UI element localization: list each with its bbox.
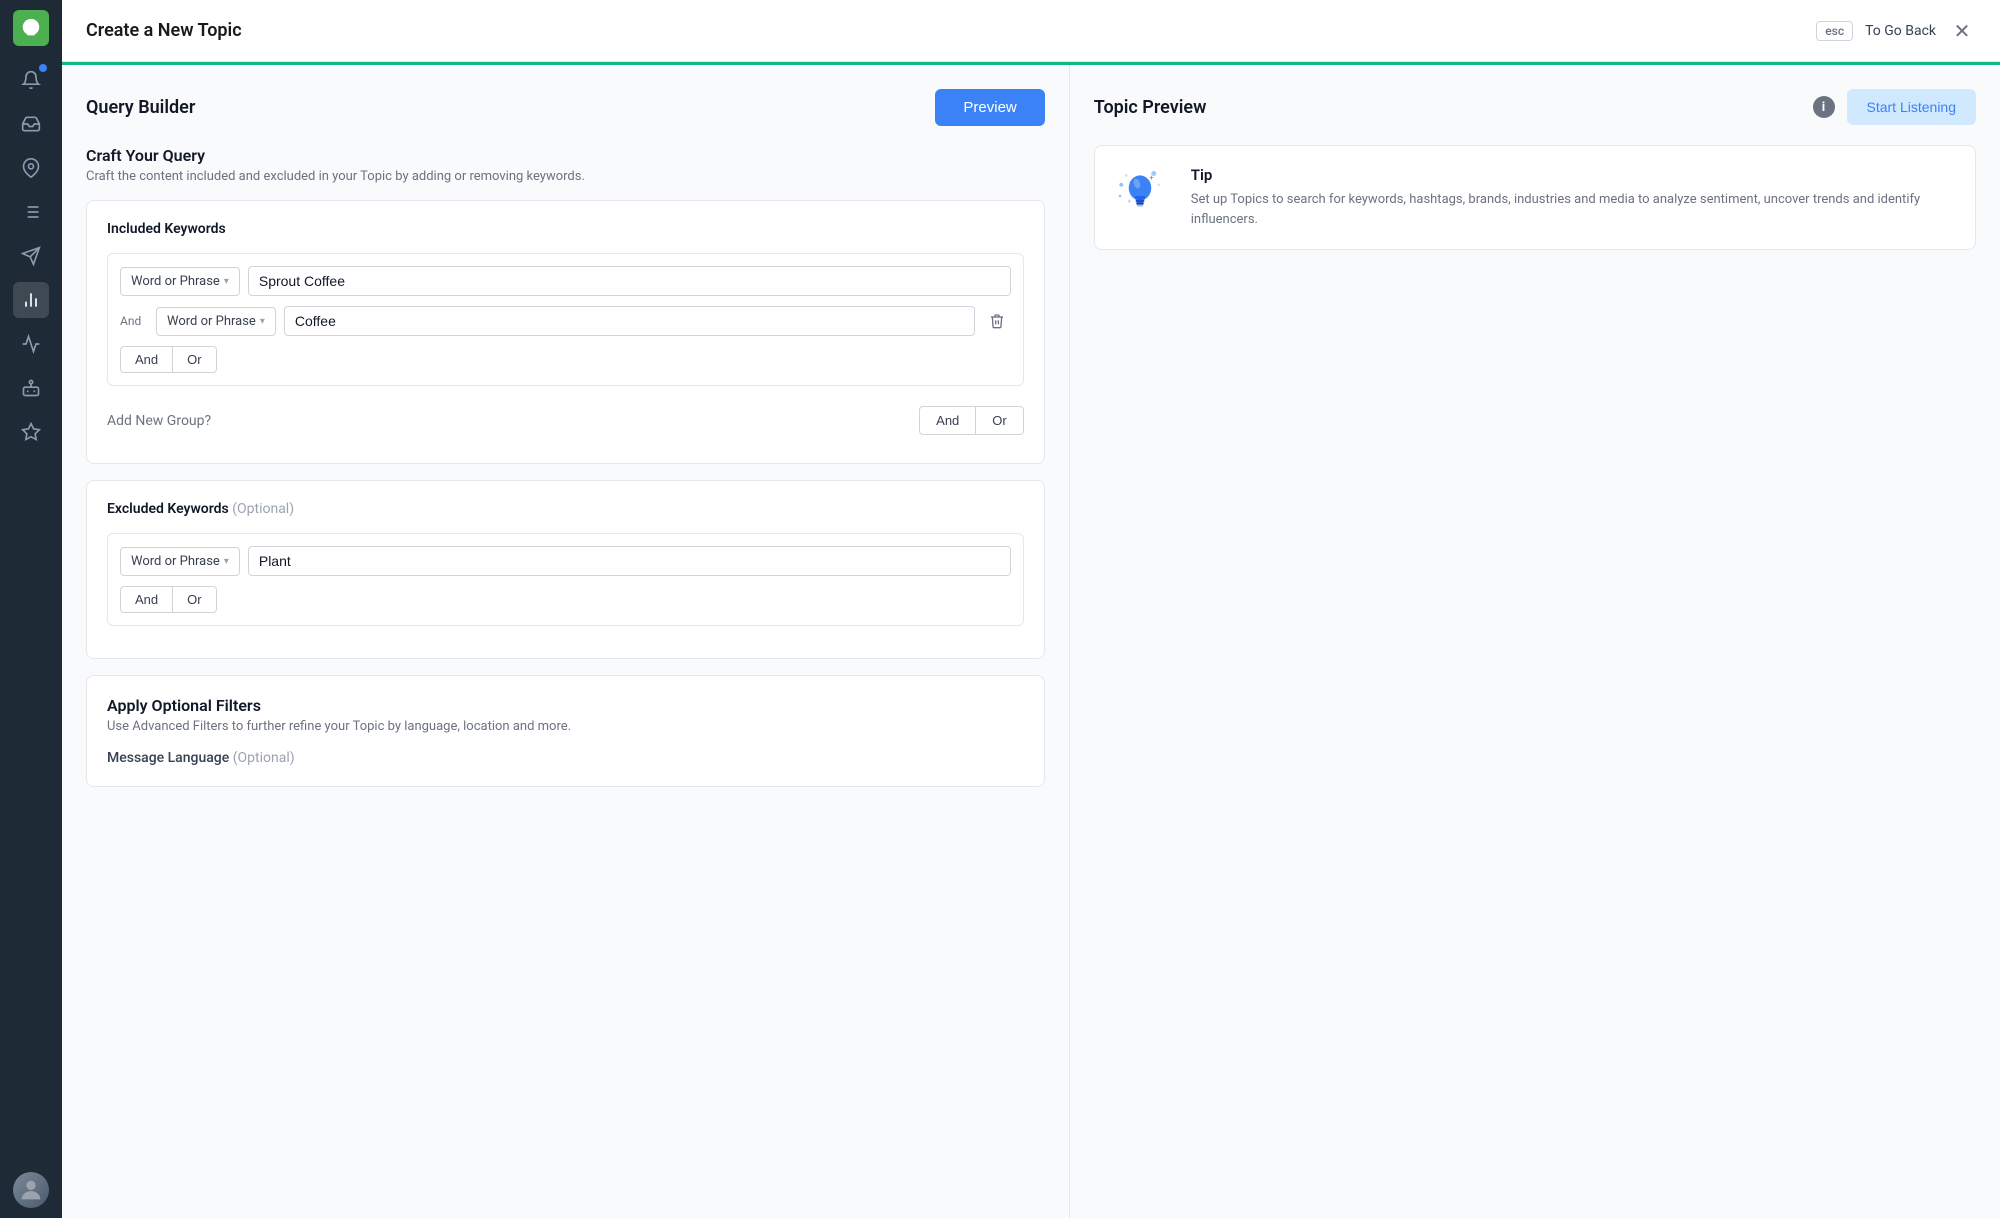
svg-text:+: + [1127,198,1131,206]
page-title: Create a New Topic [86,20,242,41]
or-button-1[interactable]: Or [173,346,216,373]
right-panel-actions: i Start Listening [1813,89,1977,125]
svg-text:+: + [1149,173,1153,182]
info-icon[interactable]: i [1813,96,1835,118]
lightbulb-icon: + + [1115,166,1165,216]
close-button[interactable]: ✕ [1948,17,1976,45]
avatar[interactable] [13,1172,49,1208]
excluded-keyword-input-1[interactable] [248,546,1011,576]
panels: Query Builder Preview Craft Your Query C… [62,65,2000,1218]
craft-desc: Craft the content included and excluded … [86,169,1045,184]
add-group-label: Add New Group? [107,413,211,429]
message-language-label: Message Language (Optional) [107,750,1024,766]
excluded-keyword-type-select-1[interactable]: Word or Phrase ▾ [120,547,240,576]
craft-section: Craft Your Query Craft the content inclu… [86,146,1045,184]
excl-or-button[interactable]: Or [173,586,216,613]
sidebar-item-inbox[interactable] [13,106,49,142]
and-button-1[interactable]: And [120,346,173,373]
left-panel: Query Builder Preview Craft Your Query C… [62,65,1070,1218]
header: Create a New Topic esc To Go Back ✕ [62,0,2000,62]
and-connector-label: And [120,314,148,328]
delete-keyword-button[interactable] [983,307,1011,335]
add-group-and-button[interactable]: And [919,406,976,435]
sidebar-item-pin[interactable] [13,150,49,186]
sidebar-item-send[interactable] [13,238,49,274]
esc-badge: esc [1816,21,1853,41]
keyword-row-2: And Word or Phrase ▾ [120,306,1011,336]
header-right: esc To Go Back ✕ [1816,17,1976,45]
add-group-buttons: And Or [919,406,1024,435]
start-listening-button[interactable]: Start Listening [1847,89,1977,125]
excluded-keywords-title: Excluded Keywords (Optional) [107,501,1024,517]
keyword-type-select-2[interactable]: Word or Phrase ▾ [156,307,276,336]
keyword-row-1: Word or Phrase ▾ [120,266,1011,296]
main-content: Create a New Topic esc To Go Back ✕ Quer… [62,0,2000,1218]
preview-button[interactable]: Preview [935,89,1044,126]
optional-filters-card: Apply Optional Filters Use Advanced Filt… [86,675,1045,787]
and-or-buttons-group1: And Or [120,346,1011,373]
sidebar-item-bot[interactable] [13,370,49,406]
and-or-buttons-excl-group1: And Or [120,586,1011,613]
sidebar-item-analytics[interactable] [13,282,49,318]
craft-title: Craft Your Query [86,146,1045,165]
filters-desc: Use Advanced Filters to further refine y… [107,719,1024,734]
tip-card: + + Tip Set up Topics [1094,145,1976,250]
sidebar [0,0,62,1218]
query-builder-title: Query Builder [86,97,195,118]
tip-text: Set up Topics to search for keywords, ha… [1191,190,1955,229]
sidebar-item-list[interactable] [13,194,49,230]
included-keywords-card: Included Keywords Word or Phrase ▾ An [86,200,1045,464]
tip-content: Tip Set up Topics to search for keywords… [1191,166,1955,229]
filters-title: Apply Optional Filters [107,696,1024,715]
chevron-down-icon: ▾ [224,276,229,287]
keyword-input-2[interactable] [284,306,975,336]
avatar-image [13,1172,49,1208]
keyword-type-select-1[interactable]: Word or Phrase ▾ [120,267,240,296]
keyword-input-1[interactable] [248,266,1011,296]
right-panel: Topic Preview i Start Listening [1070,65,2000,1218]
excl-and-button[interactable]: And [120,586,173,613]
sidebar-item-chart[interactable] [13,326,49,362]
included-keywords-title: Included Keywords [107,221,1024,237]
sidebar-item-star[interactable] [13,414,49,450]
right-panel-header: Topic Preview i Start Listening [1094,89,1976,125]
topic-preview-title: Topic Preview [1094,97,1207,118]
app-logo[interactable] [13,10,49,46]
chevron-down-icon-excl: ▾ [224,556,229,567]
to-go-back-label: To Go Back [1865,23,1936,39]
add-group-row: Add New Group? And Or [107,398,1024,443]
excluded-keyword-group-1: Word or Phrase ▾ And Or [107,533,1024,626]
tip-title: Tip [1191,166,1955,184]
add-group-or-button[interactable]: Or [976,406,1023,435]
excluded-keywords-card: Excluded Keywords (Optional) Word or Phr… [86,480,1045,659]
sidebar-item-alert[interactable] [13,62,49,98]
chevron-down-icon-2: ▾ [260,316,265,327]
left-panel-header: Query Builder Preview [86,89,1045,126]
tip-icon-area: + + [1115,166,1175,226]
excluded-keyword-row-1: Word or Phrase ▾ [120,546,1011,576]
included-keyword-group-1: Word or Phrase ▾ And Word or Phrase ▾ [107,253,1024,386]
